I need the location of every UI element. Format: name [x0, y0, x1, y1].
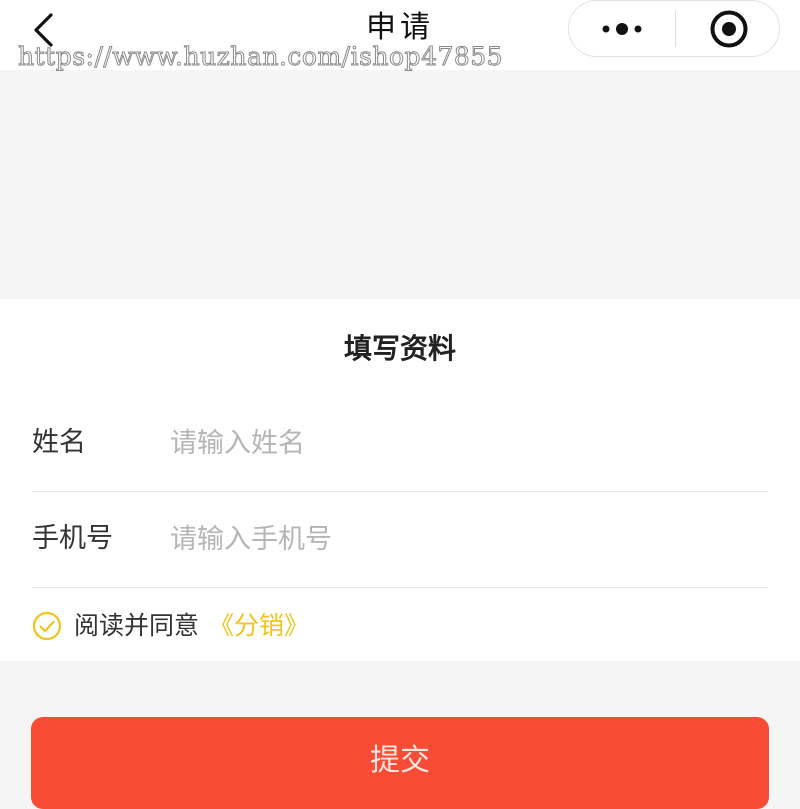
agreement-checkbox[interactable]: [32, 611, 62, 641]
form-card: 填写资料 姓名 手机号 阅读并同意 《分销》: [0, 299, 800, 661]
agreement-row: 阅读并同意 《分销》: [32, 604, 309, 648]
navigation-bar: 申请 https://www.huzhan.com/ishop47855: [0, 0, 800, 72]
form-heading: 填写资料: [343, 332, 456, 365]
name-row: 姓名: [32, 397, 768, 492]
close-button[interactable]: [676, 1, 781, 56]
name-input[interactable]: [170, 419, 730, 467]
name-label: 姓名: [32, 427, 86, 458]
more-dots-icon: [602, 22, 641, 35]
agreement-link[interactable]: 《分销》: [209, 606, 309, 646]
mini-program-capsule: [568, 0, 780, 57]
check-circle-icon: [32, 611, 62, 641]
watermark-url: https://www.huzhan.com/ishop47855: [17, 42, 504, 72]
more-button[interactable]: [569, 1, 674, 56]
phone-input[interactable]: [170, 515, 730, 563]
phone-row: 手机号: [32, 493, 768, 588]
target-circle-icon: [710, 10, 747, 47]
phone-label: 手机号: [32, 523, 113, 554]
agreement-text: 阅读并同意: [74, 611, 200, 640]
submit-button[interactable]: 提交: [31, 717, 769, 809]
